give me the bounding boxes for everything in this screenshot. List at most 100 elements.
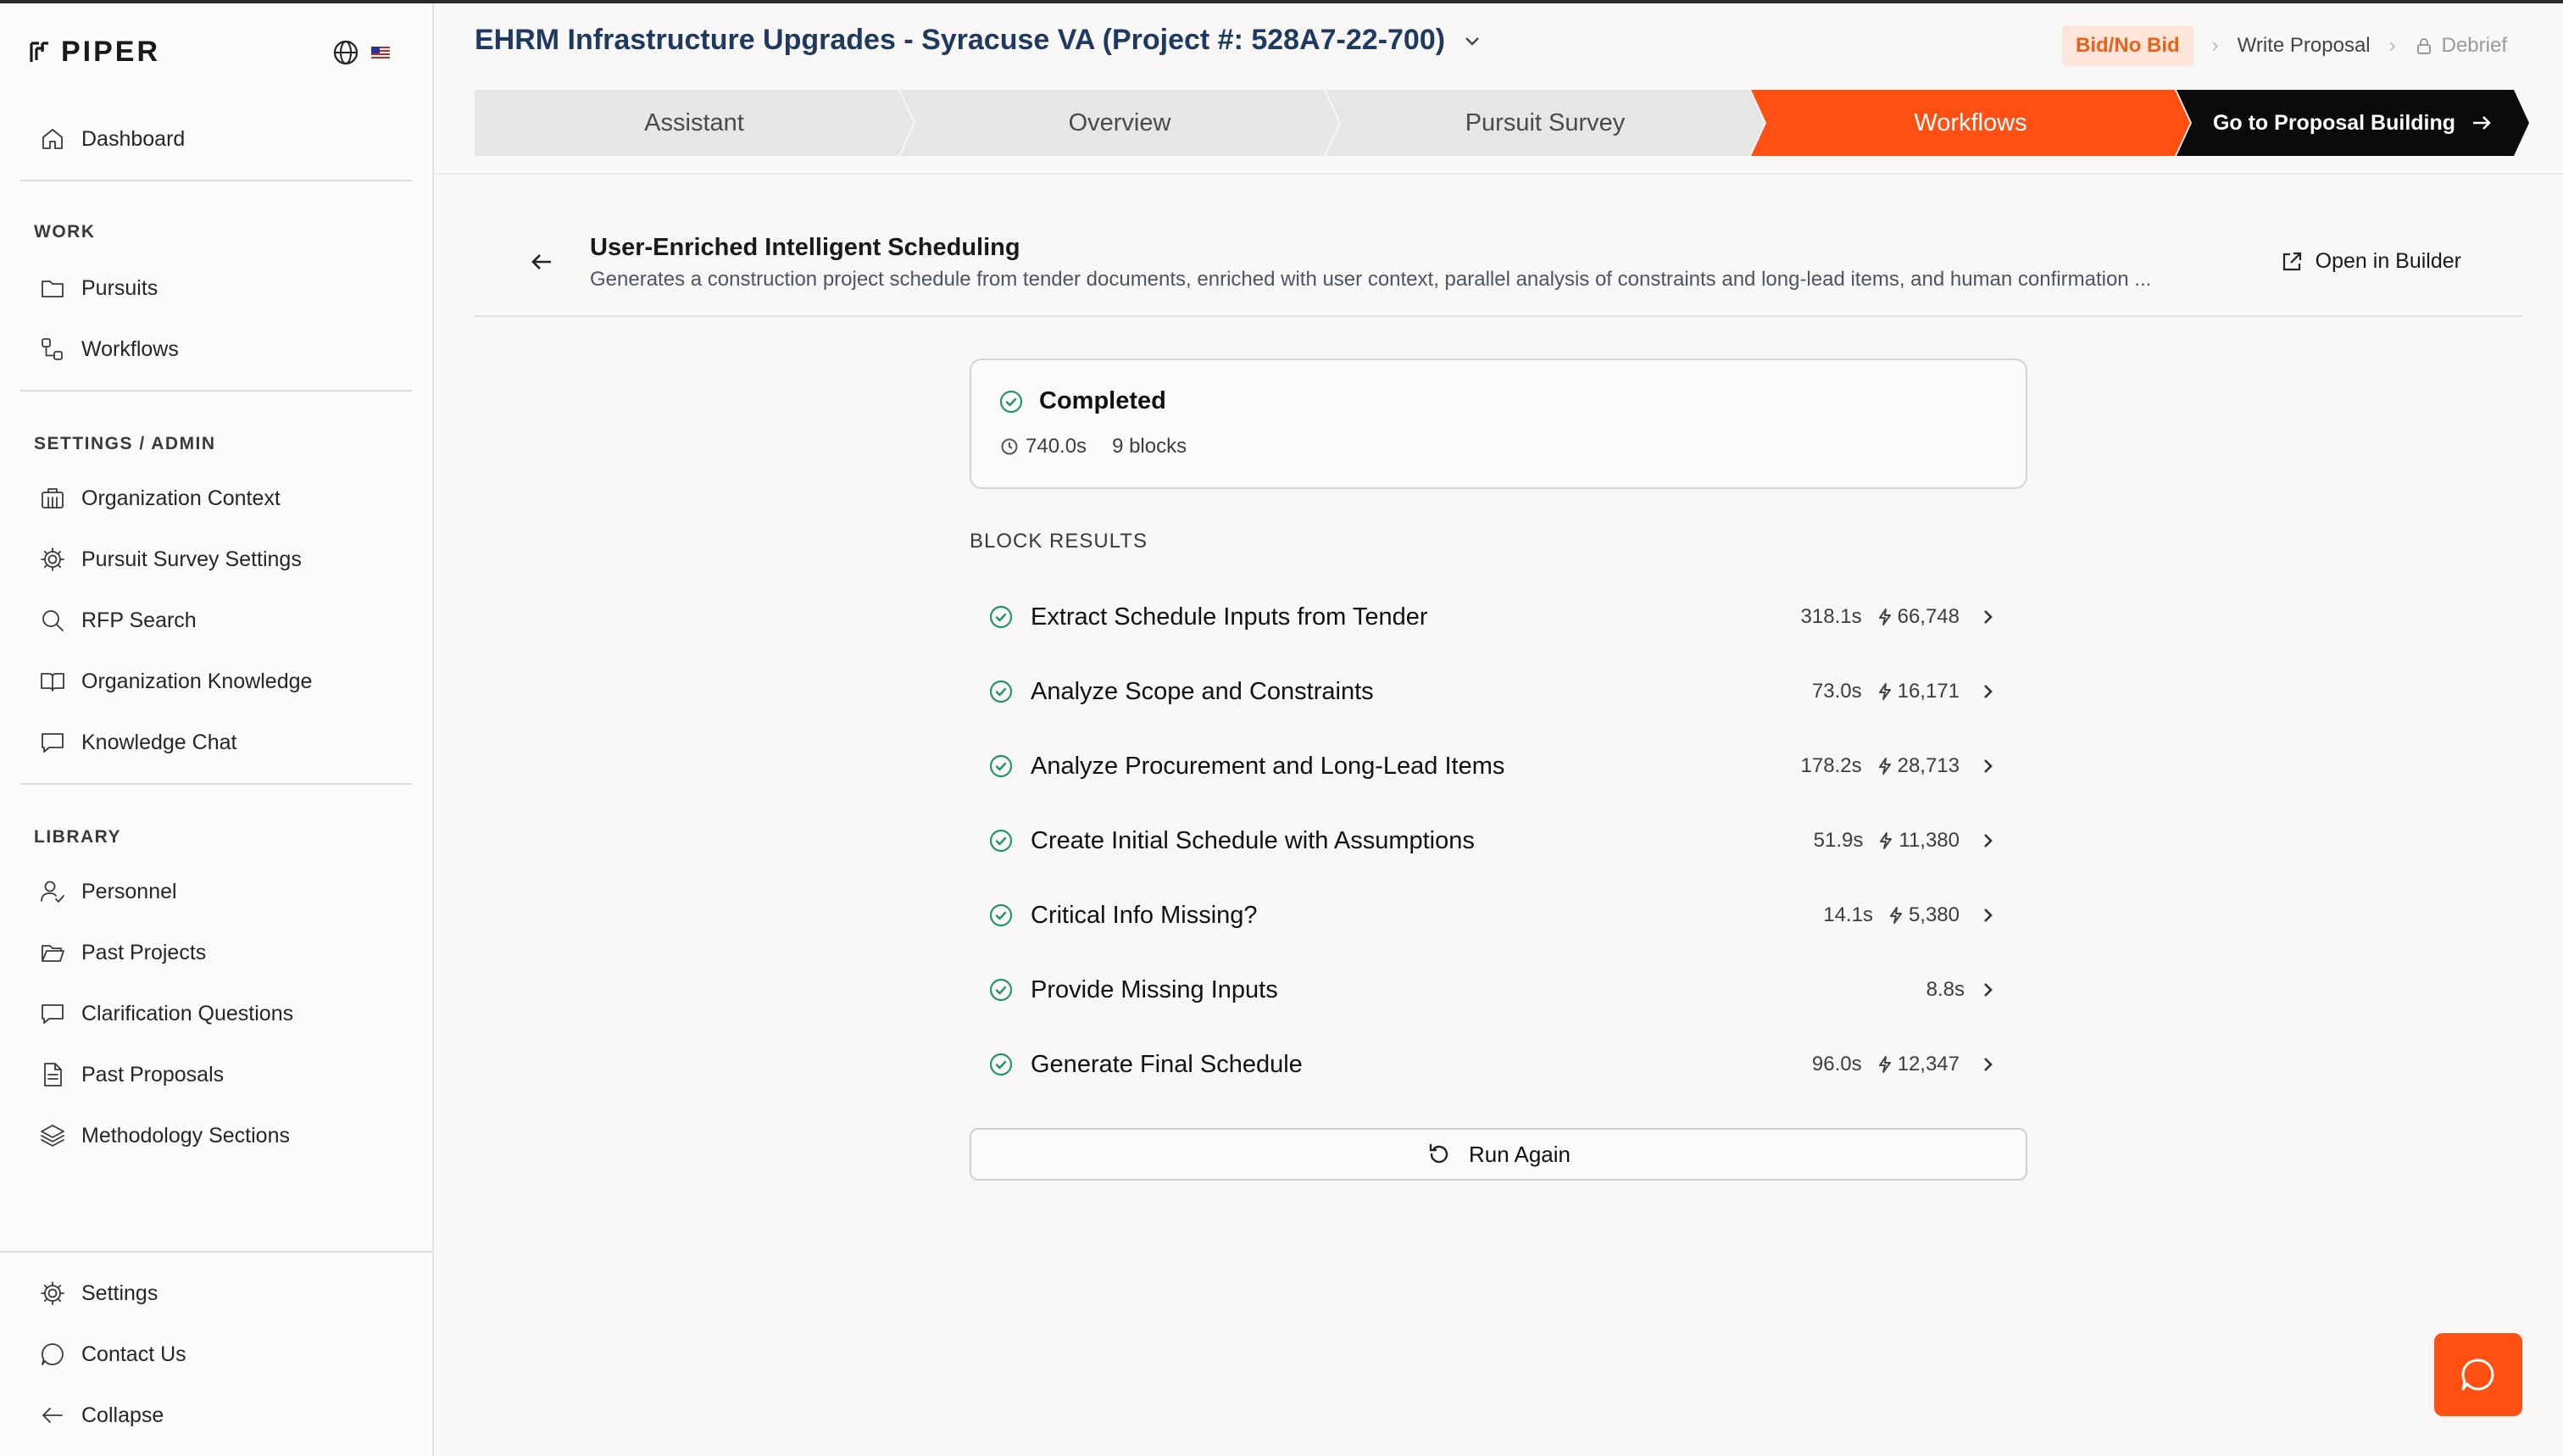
block-row[interactable]: Analyze Scope and Constraints 73.0s 16,171 xyxy=(988,654,2014,729)
check-circle-icon xyxy=(989,1053,1013,1076)
sidebar-item-rfp-search[interactable]: RFP Search xyxy=(39,598,197,642)
block-tokens: 12,347 xyxy=(1876,1053,1960,1076)
book-icon xyxy=(41,673,64,692)
block-name: Analyze Procurement and Long-Lead Items xyxy=(1031,752,1505,780)
message-circle-icon xyxy=(42,1343,64,1365)
chevron-right-icon xyxy=(1984,834,1993,847)
sidebar-item-organization-context[interactable]: Organization Context xyxy=(39,476,281,520)
chat-launcher-button[interactable] xyxy=(2434,1333,2522,1416)
block-name: Analyze Scope and Constraints xyxy=(1031,677,1374,705)
lightning-icon xyxy=(1878,1056,1891,1073)
check-circle-icon xyxy=(989,903,1013,927)
lock-icon xyxy=(2416,38,2431,54)
open-in-builder-label: Open in Builder xyxy=(2315,249,2461,273)
folder-icon xyxy=(42,281,64,297)
block-results-heading: BLOCK RESULTS xyxy=(970,530,1148,553)
check-circle-icon xyxy=(989,754,1013,778)
sidebar-item-label: Knowledge Chat xyxy=(81,730,237,754)
block-token-count: 11,380 xyxy=(1899,829,1960,852)
block-row[interactable]: Create Initial Schedule with Assumptions… xyxy=(988,803,2014,878)
block-tokens: 28,713 xyxy=(1876,754,1960,778)
folder-open-icon xyxy=(42,945,64,962)
block-tokens: 16,171 xyxy=(1876,680,1960,703)
stage-debrief-label: Debrief xyxy=(2441,34,2507,57)
project-title: EHRM Infrastructure Upgrades - Syracuse … xyxy=(475,24,1446,56)
search-icon xyxy=(42,610,64,631)
section-label-settings: SETTINGS / ADMIN xyxy=(34,434,216,453)
block-duration: 8.8s xyxy=(1926,978,1965,1001)
gear-icon xyxy=(41,1281,64,1305)
us-flag-icon[interactable] xyxy=(371,47,390,58)
brand[interactable]: PIPER xyxy=(29,36,160,69)
check-circle-icon xyxy=(989,978,1013,1002)
building-icon xyxy=(42,488,64,508)
external-link-icon xyxy=(2282,252,2301,270)
layers-icon xyxy=(41,1125,64,1147)
go-to-proposal-building-button[interactable]: Go to Proposal Building xyxy=(2177,90,2529,156)
section-label-library: LIBRARY xyxy=(34,827,122,847)
workflow-header-divider xyxy=(475,315,2522,317)
check-circle-icon xyxy=(989,680,1013,703)
clock-icon xyxy=(1001,438,1018,455)
sidebar-item-pursuit-survey-settings[interactable]: Pursuit Survey Settings xyxy=(39,537,302,581)
block-name: Provide Missing Inputs xyxy=(1031,975,1278,1003)
block-row[interactable]: Critical Info Missing? 14.1s 5,380 xyxy=(988,878,2014,953)
lightning-icon xyxy=(1878,609,1891,625)
project-title-row[interactable]: EHRM Infrastructure Upgrades - Syracuse … xyxy=(475,24,1484,57)
sidebar-item-dashboard[interactable]: Dashboard xyxy=(39,117,185,161)
sidebar-item-label: Contact Us xyxy=(81,1342,186,1366)
open-in-builder-button[interactable]: Open in Builder xyxy=(2280,249,2461,274)
tab-pursuit-survey[interactable]: Pursuit Survey xyxy=(1326,90,1765,156)
block-duration: 318.1s xyxy=(1800,605,1862,628)
chevron-down-icon[interactable] xyxy=(1460,29,1484,53)
block-row[interactable]: Provide Missing Inputs 8.8s xyxy=(988,953,2014,1027)
status-meta: 740.0s 9 blocks xyxy=(1000,435,1187,458)
tab-overview[interactable]: Overview xyxy=(900,90,1339,156)
block-row[interactable]: Generate Final Schedule 96.0s 12,347 xyxy=(988,1027,2014,1102)
chevron-right-icon: › xyxy=(2211,34,2219,57)
home-icon xyxy=(42,129,63,149)
sidebar-item-label: Clarification Questions xyxy=(81,1001,294,1025)
status-header: Completed xyxy=(998,387,1166,415)
block-row[interactable]: Analyze Procurement and Long-Lead Items 1… xyxy=(988,729,2014,803)
block-row[interactable]: Extract Schedule Inputs from Tender 318.1… xyxy=(988,580,2014,654)
block-tokens: 66,748 xyxy=(1876,605,1960,629)
sidebar-item-collapse[interactable]: Collapse xyxy=(39,1393,164,1437)
tab-workflows[interactable]: Workflows xyxy=(1751,90,2190,156)
cta-label: Go to Proposal Building xyxy=(2212,110,2456,135)
status-label: Completed xyxy=(1039,387,1166,414)
block-name: Extract Schedule Inputs from Tender xyxy=(1031,603,1428,631)
sidebar-item-clarification-questions[interactable]: Clarification Questions xyxy=(39,992,293,1036)
sidebar-item-pursuits[interactable]: Pursuits xyxy=(39,266,158,310)
sidebar-item-organization-knowledge[interactable]: Organization Knowledge xyxy=(39,659,312,703)
sidebar-item-settings[interactable]: Settings xyxy=(39,1271,158,1315)
document-icon xyxy=(44,1063,62,1086)
sidebar-item-contact-us[interactable]: Contact Us xyxy=(39,1332,186,1376)
chevron-right-icon xyxy=(1984,909,1993,922)
sidebar-item-methodology-sections[interactable]: Methodology Sections xyxy=(39,1114,290,1158)
sidebar-item-label: Workflows xyxy=(81,336,179,361)
message-circle-icon xyxy=(2461,1359,2494,1391)
stage-debrief[interactable]: Debrief xyxy=(2415,34,2507,58)
sidebar-item-workflows[interactable]: Workflows xyxy=(39,327,179,371)
sidebar-item-personnel[interactable]: Personnel xyxy=(39,870,177,914)
block-token-count: 66,748 xyxy=(1897,605,1960,628)
sidebar-item-past-projects[interactable]: Past Projects xyxy=(39,931,206,975)
sidebar-item-label: Settings xyxy=(81,1281,158,1305)
block-duration: 96.0s xyxy=(1811,1053,1862,1075)
back-arrow-icon[interactable] xyxy=(529,249,554,275)
tab-assistant[interactable]: Assistant xyxy=(475,90,914,156)
sidebar-item-knowledge-chat[interactable]: Knowledge Chat xyxy=(39,720,236,764)
globe-icon[interactable] xyxy=(332,39,359,66)
stage-write-proposal[interactable]: Write Proposal xyxy=(2238,34,2371,58)
lightning-icon xyxy=(1880,832,1893,849)
lightning-icon xyxy=(1878,758,1891,775)
gear-icon xyxy=(41,547,64,571)
sidebar-item-label: Organization Context xyxy=(81,486,281,510)
run-again-button[interactable]: Run Again xyxy=(970,1128,2027,1181)
block-name: Generate Final Schedule xyxy=(1031,1050,1303,1078)
chat-icon xyxy=(42,733,64,753)
stage-bid-no-bid[interactable]: Bid/No Bid xyxy=(2062,25,2193,66)
sidebar-item-past-proposals[interactable]: Past Proposals xyxy=(39,1053,224,1097)
block-token-count: 28,713 xyxy=(1897,754,1960,777)
